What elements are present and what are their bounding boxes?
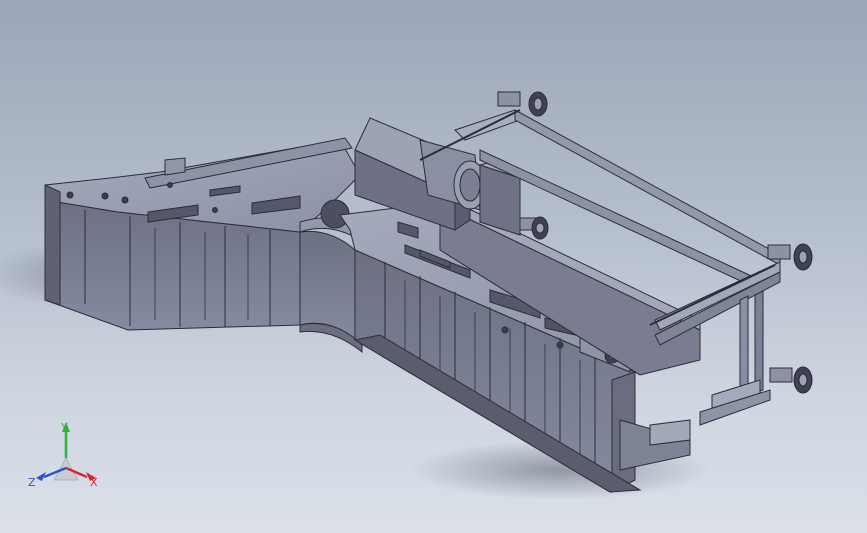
x-axis-label: X xyxy=(90,476,98,489)
3d-assembly-model[interactable] xyxy=(0,0,867,533)
caster-wheel[interactable] xyxy=(769,366,813,394)
caster-wheel[interactable] xyxy=(497,91,548,117)
z-axis-label: Z xyxy=(28,476,36,489)
y-axis-label: Y xyxy=(60,421,68,434)
reference-triad: Y X Z xyxy=(28,421,98,489)
graphics-viewport[interactable]: Y X Z xyxy=(0,0,867,533)
